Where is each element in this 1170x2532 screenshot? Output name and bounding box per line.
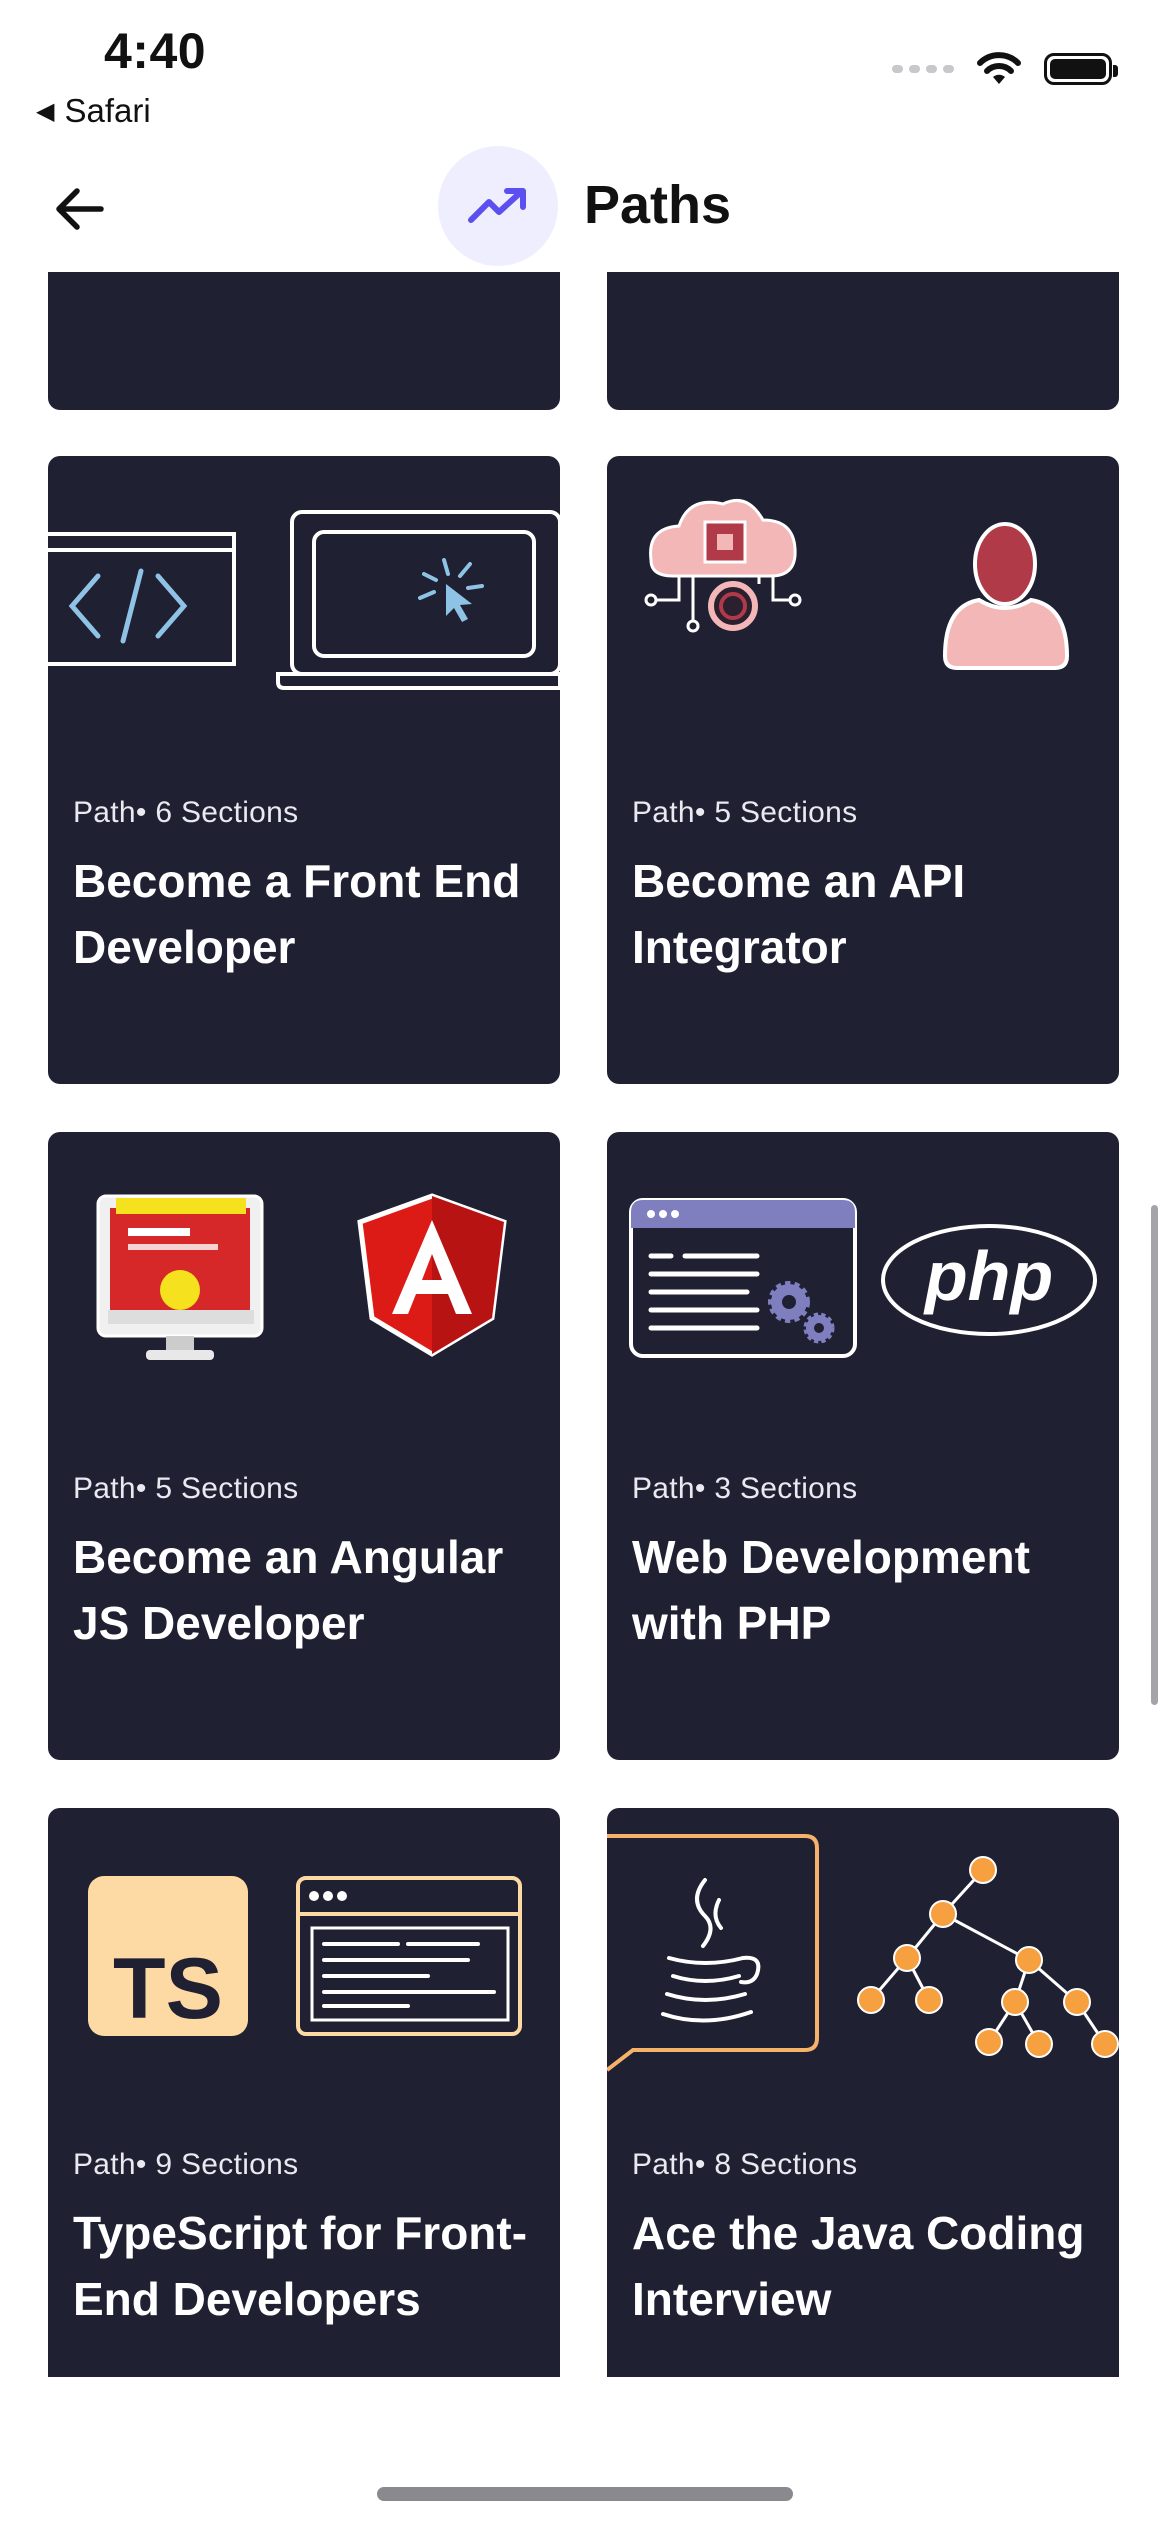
wifi-icon	[977, 52, 1021, 84]
path-card-partial[interactable]	[607, 272, 1119, 410]
browser-window-icon	[296, 1876, 522, 2036]
path-card-title: Become an Angular JS Developer	[73, 1531, 504, 1649]
svg-text:php: php	[923, 1237, 1053, 1315]
monitor-settings-icon	[96, 1194, 264, 1360]
battery-icon	[1044, 53, 1118, 85]
path-card[interactable]: TS Path• 9 Sections TypeScript for Front…	[48, 1808, 560, 2377]
path-card[interactable]: Path• 5 Sections Become an Angular JS De…	[48, 1132, 560, 1760]
path-card[interactable]: Path• 5 Sections Become an API Integrato…	[607, 456, 1119, 1084]
back-triangle-icon: ◀	[36, 97, 55, 125]
typescript-logo-icon: TS	[88, 1876, 248, 2037]
nav-header: Paths	[0, 140, 1170, 272]
path-card-partial[interactable]	[48, 272, 560, 410]
page-title: Paths	[584, 175, 732, 235]
paths-grid[interactable]: Path• 6 Sections Become a Front End Deve…	[0, 272, 1170, 2377]
paths-icon-badge	[438, 146, 558, 266]
path-card[interactable]: php Path• 3 Sections Web Development wit…	[607, 1132, 1119, 1760]
browser-code-icon	[629, 1198, 857, 1358]
home-indicator[interactable]	[377, 2487, 793, 2501]
php-logo-icon: php	[881, 1224, 1097, 1336]
system-indicators	[892, 52, 1118, 86]
angular-logo-icon	[357, 1193, 507, 1357]
arrow-left-icon	[56, 188, 104, 230]
path-card-title: Become an API Integrator	[632, 855, 966, 973]
path-card-title: Ace the Java Coding Interview	[632, 2207, 1085, 2325]
path-card-meta: Path• 3 Sections	[632, 1472, 858, 1505]
code-window-icon	[48, 532, 236, 666]
cellular-signal-icon	[892, 65, 954, 73]
path-card-title: TypeScript for Front-End Developers	[73, 2207, 528, 2325]
path-card-meta: Path• 5 Sections	[73, 1472, 299, 1505]
laptop-click-icon	[276, 510, 560, 690]
path-card-meta: Path• 9 Sections	[73, 2148, 299, 2181]
path-card-title: Become a Front End Developer	[73, 855, 521, 973]
path-card[interactable]: Path• 6 Sections Become a Front End Deve…	[48, 456, 560, 1084]
cloud-chip-icon	[644, 499, 802, 633]
back-to-safari[interactable]: ◀ Safari	[36, 92, 151, 130]
svg-text:TS: TS	[113, 1941, 223, 2037]
java-logo-icon	[607, 1834, 819, 2072]
status-time: 4:40	[104, 23, 207, 79]
path-card[interactable]: Path• 8 Sections Ace the Java Coding Int…	[607, 1808, 1119, 2377]
path-card-title: Web Development with PHP	[632, 1531, 1030, 1649]
status-bar: 4:40 ◀ Safari	[0, 0, 1170, 140]
trending-up-icon	[468, 188, 526, 223]
scrollbar[interactable]	[1151, 1205, 1158, 1705]
path-card-meta: Path• 8 Sections	[632, 2148, 858, 2181]
tree-structure-icon	[857, 1856, 1119, 2058]
user-icon	[942, 522, 1070, 670]
path-card-meta: Path• 6 Sections	[73, 796, 299, 829]
path-card-meta: Path• 5 Sections	[632, 796, 858, 829]
back-app-label: Safari	[64, 92, 151, 129]
back-button[interactable]	[44, 174, 114, 244]
